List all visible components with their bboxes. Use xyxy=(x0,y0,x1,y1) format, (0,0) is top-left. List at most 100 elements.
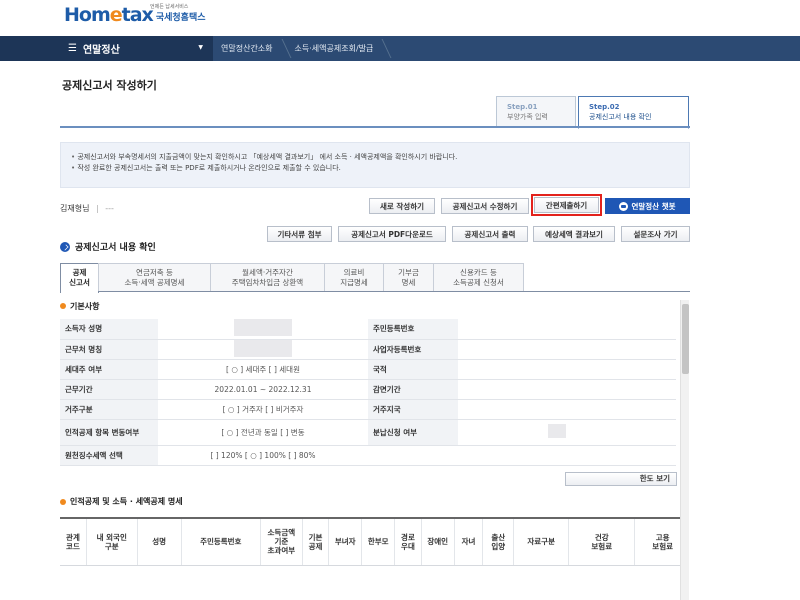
tab-label-line1: 의료비 xyxy=(343,268,365,277)
table-row: 원천징수세액 선택 [ ] 120% [ ○ ] 100% [ ] 80% xyxy=(60,445,676,466)
step-divider xyxy=(60,126,690,128)
field-label: 거주지국 xyxy=(368,399,458,420)
tab-label-line2: 신고서 xyxy=(69,278,90,287)
col-header: 성명 xyxy=(136,516,182,566)
field-label: 원천징수세액 선택 xyxy=(60,445,158,466)
field-value: [ ○ ] 전년과 동일 [ ] 변동 xyxy=(158,419,368,446)
step-1-tab[interactable]: Step.01 부양가족 입력 xyxy=(496,96,576,128)
breadcrumb-item-1[interactable]: 연말정산간소화 xyxy=(213,36,287,61)
col-header: 장애인 xyxy=(420,516,455,566)
logo-tagline: 언제든 납세서비스 xyxy=(150,4,189,10)
field-label: 세대주 여부 xyxy=(60,359,158,380)
tab-label-line2: 주택임차차입금 상환액 xyxy=(231,278,304,287)
tab-label-line1: 기부금 xyxy=(398,268,419,277)
field-label: 근무처 명칭 xyxy=(60,339,158,360)
table-row: 세대주 여부 [ ○ ] 세대주 [ ] 세대원 국적 xyxy=(60,359,676,380)
tab-deduction-form[interactable]: 공제 신고서 xyxy=(60,263,99,293)
field-label xyxy=(368,445,458,466)
tab-label-line2: 소득공제 신청서 xyxy=(453,278,504,287)
masked-value xyxy=(234,339,292,357)
panel-scrollbar[interactable] xyxy=(680,300,689,600)
dropdown-arrow-icon: ▼ xyxy=(198,44,203,51)
user-masked-info: --- xyxy=(105,204,114,213)
logo-wordmark: Hometax xyxy=(64,4,154,26)
form-content-panel[interactable]: 기본사항 소득자 성명 주민등록번호 근무처 명칭 사업자등록번호 세대주 여부… xyxy=(60,300,680,600)
hamburger-icon[interactable]: ☰ xyxy=(68,43,77,54)
tab-monthly-rent[interactable]: 월세액·거주자간 주택임차차입금 상환액 xyxy=(210,263,325,291)
user-name: 김재형님 xyxy=(60,204,90,213)
tab-label-line1: 월세액·거주자간 xyxy=(242,268,293,277)
survey-button[interactable]: 설문조사 가기 xyxy=(621,226,690,242)
page-title: 공제신고서 작성하기 xyxy=(62,79,157,92)
col-header: 한부모 xyxy=(361,516,395,566)
masked-value xyxy=(548,424,566,438)
tab-label-line1: 공제 xyxy=(72,268,87,277)
field-value-masked xyxy=(458,419,676,446)
masked-value xyxy=(234,319,292,337)
field-label: 분납신청 여부 xyxy=(368,419,458,446)
field-value: [ ] 120% [ ○ ] 100% [ ] 80% xyxy=(158,445,368,466)
basic-info-heading: 기본사항 xyxy=(60,300,680,312)
deduction-title: 인적공제 및 소득 · 세액공제 명세 xyxy=(70,497,183,506)
basic-info-title: 기본사항 xyxy=(70,301,100,311)
tab-credit-card[interactable]: 신용카드 등 소득공제 신청서 xyxy=(433,263,524,291)
section-title: 공제신고서 내용 확인 xyxy=(60,240,156,253)
submit-highlight-box xyxy=(531,194,602,216)
field-label: 인적공제 항목 변동여부 xyxy=(60,419,158,446)
col-header: 내 외국인 구분 xyxy=(85,516,138,566)
hometax-logo[interactable]: 언제든 납세서비스 Hometax 국세청홈택스 xyxy=(64,4,206,26)
tab-label-line2: 소득·세액 공제명세 xyxy=(124,278,185,287)
breadcrumb-item-2[interactable]: 소득·세액공제조회/발급 xyxy=(287,36,388,61)
step-2-label: 공제신고서 내용 확인 xyxy=(589,113,652,121)
field-label: 국적 xyxy=(368,359,458,380)
tab-medical-expenses[interactable]: 의료비 지급명세 xyxy=(324,263,384,291)
notice-line-1: 공제신고서와 부속명세서의 지출금액이 맞는지 확인하시고 「예상세액 결과보기… xyxy=(71,152,679,163)
scrollbar-thumb[interactable] xyxy=(682,304,689,374)
col-header: 건강 보험료 xyxy=(568,516,635,566)
chatbot-button[interactable]: 연말정산 챗봇 xyxy=(605,198,690,214)
table-row: 근무처 명칭 사업자등록번호 xyxy=(60,339,676,360)
field-value: [ ○ ] 세대주 [ ] 세대원 xyxy=(158,359,368,380)
field-value xyxy=(458,399,676,420)
deduction-heading: 인적공제 및 소득 · 세액공제 명세 xyxy=(60,496,680,508)
tab-label-line1: 연금저축 등 xyxy=(136,268,173,277)
limit-view-button[interactable]: 한도 보기 xyxy=(565,471,677,486)
logo-tax: tax xyxy=(121,4,154,26)
notice-line-2: 작성 완료한 공제신고서는 출력 또는 PDF로 제출하시거나 온라인으로 제출… xyxy=(71,163,679,174)
print-form-button[interactable]: 공제신고서 출력 xyxy=(452,226,528,242)
field-label: 사업자등록번호 xyxy=(368,339,458,360)
orange-bullet-icon xyxy=(60,498,66,505)
site-header: 언제든 납세서비스 Hometax 국세청홈택스 xyxy=(0,0,800,36)
col-header: 고용 보험료 xyxy=(634,516,680,566)
step-2-number: Step.02 xyxy=(589,103,620,111)
col-header: 기본 공제 xyxy=(301,516,329,566)
table-row: 인적공제 항목 변동여부 [ ○ ] 전년과 동일 [ ] 변동 분납신청 여부 xyxy=(60,419,676,446)
field-label: 거주구분 xyxy=(60,399,158,420)
col-header: 소득금액 기준 초과여부 xyxy=(259,516,303,566)
edit-form-button[interactable]: 공제신고서 수정하기 xyxy=(441,198,529,214)
tab-donations[interactable]: 기부금 명세 xyxy=(383,263,434,291)
new-write-button[interactable]: 새로 작성하기 xyxy=(369,198,435,214)
attach-docs-button[interactable]: 기타서류 첨부 xyxy=(267,226,332,242)
field-label: 근무기간 xyxy=(60,379,158,400)
tab-pension-savings[interactable]: 연금저축 등 소득·세액 공제명세 xyxy=(98,263,211,291)
field-value-masked xyxy=(158,339,368,360)
field-value xyxy=(458,339,676,360)
col-header: 관계 코드 xyxy=(60,516,87,566)
section-title-text: 공제신고서 내용 확인 xyxy=(75,243,156,253)
tab-label-line2: 지급명세 xyxy=(340,278,368,287)
step-2-tab[interactable]: Step.02 공제신고서 내용 확인 xyxy=(578,96,689,129)
field-value xyxy=(458,379,676,400)
notice-box: 공제신고서와 부속명세서의 지출금액이 맞는지 확인하시고 「예상세액 결과보기… xyxy=(60,142,690,188)
col-header: 경로 우대 xyxy=(394,516,422,566)
field-label: 주민등록번호 xyxy=(368,319,458,340)
pdf-download-button[interactable]: 공제신고서 PDF다운로드 xyxy=(338,226,446,242)
detail-row: 한도 보기 xyxy=(60,466,680,492)
col-header: 주민등록번호 xyxy=(180,516,261,566)
logo-agency: 국세청홈택스 xyxy=(155,13,206,23)
expected-tax-result-button[interactable]: 예상세액 결과보기 xyxy=(533,226,615,242)
deduction-table: 관계 코드 내 외국인 구분 성명 주민등록번호 소득금액 기준 초과여부 기본 공제 부… xyxy=(60,516,680,566)
col-header: 자료구분 xyxy=(513,516,569,566)
nav-menu-dropdown[interactable]: ☰ 연말정산 ▼ xyxy=(0,36,213,61)
logo-home: Hom xyxy=(64,4,111,26)
